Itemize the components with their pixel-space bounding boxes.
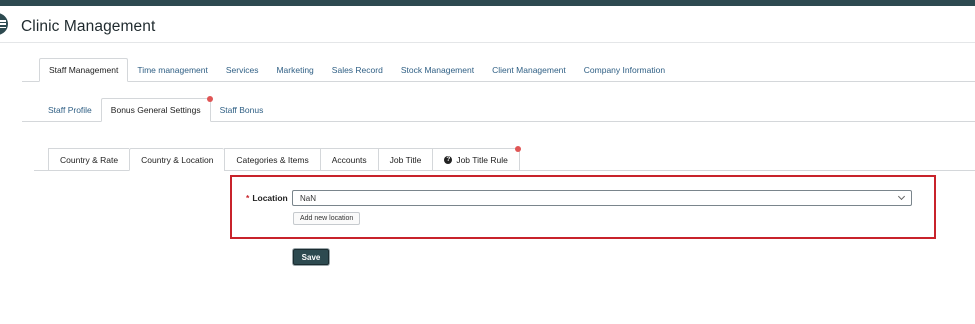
tab-label: Bonus General Settings [110, 105, 201, 115]
location-select-value: NaN [300, 193, 317, 203]
chevron-down-icon [897, 192, 906, 201]
tab-bonus-general-settings[interactable]: Bonus General Settings [100, 96, 213, 122]
sub-tabs: Staff Profile Bonus General Settings Sta… [39, 96, 273, 122]
tab-services[interactable]: Services [217, 58, 268, 82]
tab-time-management[interactable]: Time management [128, 58, 217, 82]
main-tabs: Staff Management Time management Service… [39, 58, 674, 82]
tab-staff-management[interactable]: Staff Management [39, 58, 129, 82]
tab-country-location[interactable]: Country & Location [129, 148, 225, 171]
tab-job-title-rule[interactable]: ? Job Title Rule [432, 146, 521, 171]
tab-label: Job Title Rule [456, 154, 508, 165]
tab-sales-record[interactable]: Sales Record [323, 58, 392, 82]
save-button[interactable]: Save [293, 249, 329, 265]
location-label-text: Location [252, 193, 288, 203]
highlight-box [230, 175, 936, 239]
tab-staff-profile[interactable]: Staff Profile [39, 98, 101, 122]
tab-stock-management[interactable]: Stock Management [392, 58, 483, 82]
top-accent-bar [0, 0, 975, 6]
title-divider [0, 42, 975, 43]
question-circle-icon: ? [444, 155, 453, 164]
tab-company-information[interactable]: Company Information [575, 58, 674, 82]
required-marker: * [246, 193, 250, 203]
tab-categories-items[interactable]: Categories & Items [224, 148, 320, 171]
tab-staff-bonus[interactable]: Staff Bonus [211, 98, 273, 122]
location-select[interactable]: NaN [292, 190, 912, 206]
location-label: * Location [246, 193, 288, 203]
tab-marketing[interactable]: Marketing [267, 58, 322, 82]
tab-job-title[interactable]: Job Title [377, 148, 433, 171]
tab-client-management[interactable]: Client Management [483, 58, 575, 82]
bonus-settings-tabs: Country & Rate Country & Location Catego… [48, 146, 521, 171]
hamburger-icon [0, 20, 6, 28]
notification-dot-icon [514, 146, 521, 152]
tab-accounts[interactable]: Accounts [319, 148, 378, 171]
menu-toggle-button[interactable] [0, 13, 8, 35]
add-new-location-button[interactable]: Add new location [293, 212, 361, 225]
tab-country-rate[interactable]: Country & Rate [48, 148, 130, 171]
page-title: Clinic Management [21, 18, 156, 35]
